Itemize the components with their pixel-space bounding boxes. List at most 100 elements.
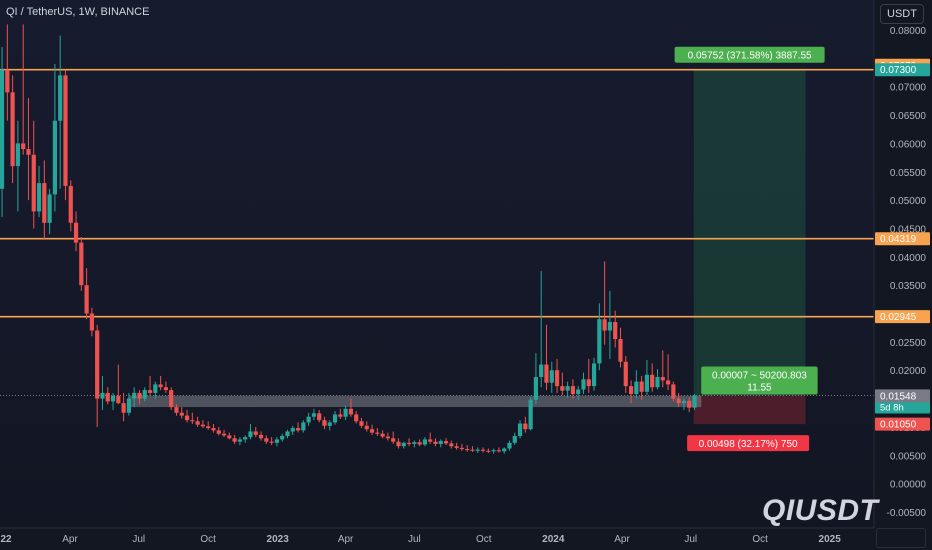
candle-body [565, 386, 570, 391]
candle-body [681, 400, 687, 404]
time-tick-label: Jul [408, 534, 421, 545]
candle-body [211, 428, 216, 431]
candle-body [597, 319, 602, 364]
candle-body [369, 429, 375, 433]
candle-body [428, 439, 433, 442]
price-chart[interactable]: 0.05752 (371.58%) 3887.55 0.00007 ~ 50200… [0, 0, 932, 550]
price-tick-label: 0.00500 [890, 451, 927, 462]
candle-body [560, 386, 565, 391]
target-zone [693, 69, 806, 396]
candle-body [343, 408, 348, 417]
candle-body [100, 392, 105, 399]
candle-body [126, 398, 132, 413]
price-tick-label: -0.00500 [887, 508, 927, 519]
settings-corner-button[interactable] [876, 528, 926, 548]
candle-body [502, 448, 507, 452]
price-tick-label: 0.02000 [890, 366, 927, 377]
candle-body [264, 438, 269, 442]
candle-body [644, 374, 650, 392]
candle-body [110, 395, 116, 402]
time-tick-label: 2025 [819, 534, 842, 545]
candle-body [655, 377, 660, 388]
candle-body [132, 392, 137, 399]
chart-window: 0.05752 (371.58%) 3887.55 0.00007 ~ 50200… [0, 0, 932, 550]
candle-body [591, 363, 597, 387]
symbol-title: QI / TetherUS, 1W, BINANCE [6, 6, 150, 18]
candle-body [554, 370, 560, 387]
candle-body [68, 185, 73, 223]
candle-body [47, 194, 52, 223]
candle-body [396, 441, 401, 447]
candle-body [671, 384, 676, 399]
candle-body [380, 433, 385, 437]
candle-body [607, 322, 613, 331]
position-info-label-text: 11.55 [747, 382, 772, 393]
candle-body [385, 436, 391, 439]
candle-body [301, 422, 306, 431]
candle-body [359, 421, 364, 426]
target-label-text: 0.05752 (371.58%) 3887.55 [688, 51, 812, 62]
candle-body [507, 442, 512, 449]
candle-body [179, 412, 184, 416]
time-tick-label: 2024 [542, 534, 565, 545]
candle-body [290, 428, 295, 432]
candle-body [512, 436, 517, 443]
time-tick-label: Apr [614, 534, 630, 545]
candle-body [470, 449, 475, 451]
currency-selector-button[interactable]: USDT [880, 4, 924, 24]
candle-body [73, 222, 79, 243]
candle-body [95, 330, 100, 399]
candle-body [190, 420, 195, 422]
candle-body [5, 69, 10, 93]
candle-body [338, 414, 343, 417]
candle-body [42, 183, 47, 223]
symbol-watermark: QIUSDT [762, 494, 879, 527]
candle-body [354, 414, 359, 422]
candle-body [401, 442, 406, 447]
candle-body [295, 428, 301, 431]
candle-body [465, 449, 470, 451]
candle-body [237, 439, 243, 442]
candle-body [449, 443, 454, 447]
time-tick-label: Oct [476, 534, 492, 545]
candle-body [195, 421, 200, 425]
candle-body [544, 364, 549, 383]
price-tick-label: 0.05500 [890, 168, 927, 179]
candle-body [200, 424, 206, 427]
support-zone [128, 395, 702, 408]
candle-body [311, 413, 317, 417]
candle-body [105, 392, 110, 402]
candle-body [417, 442, 422, 445]
time-tick-label: 22 [0, 534, 12, 545]
stop-zone [693, 395, 806, 425]
candle-body [375, 432, 380, 434]
candle-body [581, 379, 586, 390]
price-tick-label: 0.02500 [890, 338, 927, 349]
candle-body [253, 431, 258, 435]
candle-body [227, 435, 232, 439]
time-tick-label: Jul [684, 534, 697, 545]
candle-body [676, 398, 681, 404]
candle-body [517, 423, 523, 437]
candle-body [327, 422, 332, 426]
candle-body [602, 319, 607, 331]
candle-body [586, 379, 591, 387]
candle-body [258, 434, 264, 439]
candle-body [454, 446, 459, 448]
price-tick-label: 0.07000 [890, 83, 927, 94]
candle-body [0, 69, 5, 189]
candle-body [137, 392, 142, 399]
candle-body [163, 387, 169, 391]
candle-body [570, 386, 576, 395]
candle-body [63, 75, 68, 186]
candle-body [232, 438, 237, 442]
candle-body [549, 370, 554, 383]
candle-body [89, 313, 94, 331]
candle-body [486, 450, 491, 452]
candle-body [412, 442, 417, 444]
time-tick-label: 2023 [267, 534, 290, 545]
candle-body [26, 149, 31, 155]
candle-body [391, 438, 396, 442]
candle-body [153, 384, 158, 393]
candle-body [687, 400, 692, 408]
